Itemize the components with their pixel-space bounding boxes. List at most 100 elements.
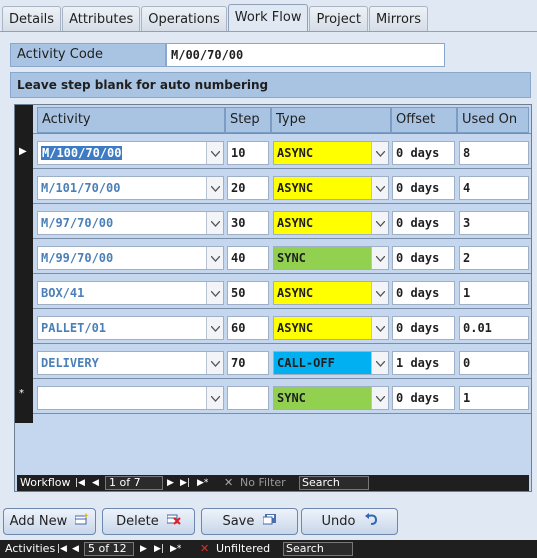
tab-strip: Details Attributes Operations Work Flow … bbox=[2, 4, 429, 31]
chevron-down-icon[interactable] bbox=[206, 352, 223, 374]
activity-value: PALLET/01 bbox=[41, 321, 107, 335]
step-field[interactable]: 50 bbox=[227, 281, 269, 305]
new-record-marker: * bbox=[19, 388, 24, 399]
activity-code-field[interactable]: M/00/70/00 bbox=[166, 43, 445, 67]
chevron-down-icon[interactable] bbox=[206, 282, 223, 304]
step-field[interactable] bbox=[227, 386, 269, 410]
used-on-field[interactable]: 2 bbox=[459, 246, 529, 270]
type-combo[interactable]: ASYNC bbox=[273, 281, 389, 305]
chevron-down-icon[interactable] bbox=[371, 352, 388, 374]
type-combo[interactable]: SYNC bbox=[273, 246, 389, 270]
activities-search-input[interactable]: Search bbox=[283, 542, 353, 556]
activity-combo[interactable]: M/97/70/00 bbox=[37, 211, 224, 235]
activity-combo[interactable]: M/100/70/00 bbox=[37, 141, 224, 165]
workflow-row[interactable]: DELIVERY 70 CALL-OFF 1 days 0 bbox=[15, 343, 531, 378]
activities-nav-label: Activities bbox=[5, 542, 56, 555]
used-on-field[interactable]: 0.01 bbox=[459, 316, 529, 340]
activity-value: M/97/70/00 bbox=[41, 216, 114, 230]
used-on-field[interactable]: 4 bbox=[459, 176, 529, 200]
activities-new-record-button[interactable]: ▶* bbox=[170, 540, 181, 558]
chevron-down-icon[interactable] bbox=[371, 317, 388, 339]
chevron-down-icon[interactable] bbox=[206, 387, 223, 409]
chevron-down-icon[interactable] bbox=[206, 212, 223, 234]
chevron-down-icon[interactable] bbox=[206, 142, 223, 164]
offset-field[interactable]: 0 days bbox=[392, 246, 455, 270]
used-on-field[interactable]: 1 bbox=[459, 281, 529, 305]
chevron-down-icon[interactable] bbox=[206, 247, 223, 269]
activity-combo[interactable]: BOX/41 bbox=[37, 281, 224, 305]
new-record-row[interactable]: * SYNC 0 days 1 bbox=[15, 378, 531, 413]
workflow-row[interactable]: M/97/70/00 30 ASYNC 0 days 3 bbox=[15, 203, 531, 238]
delete-button[interactable]: Delete bbox=[102, 508, 195, 535]
type-combo[interactable]: ASYNC bbox=[273, 316, 389, 340]
tab-operations[interactable]: Operations bbox=[141, 6, 227, 31]
activities-record-number[interactable]: 5 of 12 bbox=[84, 542, 134, 556]
chevron-down-icon[interactable] bbox=[371, 142, 388, 164]
chevron-down-icon[interactable] bbox=[371, 177, 388, 199]
used-on-field[interactable]: 0 bbox=[459, 351, 529, 375]
offset-field[interactable]: 0 days bbox=[392, 211, 455, 235]
offset-field[interactable]: 0 days bbox=[392, 316, 455, 340]
chevron-down-icon[interactable] bbox=[371, 212, 388, 234]
type-combo[interactable]: ASYNC bbox=[273, 211, 389, 235]
chevron-down-icon[interactable] bbox=[371, 282, 388, 304]
step-field[interactable]: 10 bbox=[227, 141, 269, 165]
step-field[interactable]: 20 bbox=[227, 176, 269, 200]
type-combo[interactable]: ASYNC bbox=[273, 176, 389, 200]
tab-details[interactable]: Details bbox=[2, 6, 62, 31]
activities-filter-status[interactable]: Unfiltered bbox=[216, 540, 270, 558]
type-value: SYNC bbox=[277, 251, 306, 265]
auto-numbering-hint: Leave step blank for auto numbering bbox=[10, 72, 531, 98]
activities-previous-record-button[interactable]: ◀ bbox=[72, 540, 79, 558]
offset-field[interactable]: 0 days bbox=[392, 141, 455, 165]
last-record-button[interactable]: ▶| bbox=[180, 475, 190, 491]
chevron-down-icon[interactable] bbox=[371, 247, 388, 269]
workflow-search-input[interactable]: Search bbox=[299, 476, 369, 490]
type-combo[interactable]: CALL-OFF bbox=[273, 351, 389, 375]
workflow-row[interactable]: M/99/70/00 40 SYNC 0 days 2 bbox=[15, 238, 531, 273]
activity-value: M/100/70/00 bbox=[41, 146, 123, 160]
activities-first-record-button[interactable]: |◀ bbox=[57, 540, 67, 558]
offset-field[interactable]: 0 days bbox=[392, 386, 455, 410]
activity-combo[interactable]: M/101/70/00 bbox=[37, 176, 224, 200]
chevron-down-icon[interactable] bbox=[371, 387, 388, 409]
tab-project[interactable]: Project bbox=[309, 6, 368, 31]
activity-combo[interactable]: M/99/70/00 bbox=[37, 246, 224, 270]
tab-mirrors[interactable]: Mirrors bbox=[368, 6, 429, 31]
workflow-row[interactable]: ▶ M/100/70/00 10 ASYNC 0 days 8 bbox=[15, 133, 531, 168]
activities-last-record-button[interactable]: ▶| bbox=[154, 540, 164, 558]
step-field[interactable]: 40 bbox=[227, 246, 269, 270]
activity-combo[interactable] bbox=[37, 386, 224, 410]
type-combo[interactable]: ASYNC bbox=[273, 141, 389, 165]
used-on-field[interactable]: 8 bbox=[459, 141, 529, 165]
workflow-row[interactable]: BOX/41 50 ASYNC 0 days 1 bbox=[15, 273, 531, 308]
chevron-down-icon[interactable] bbox=[206, 317, 223, 339]
type-combo[interactable]: SYNC bbox=[273, 386, 389, 410]
offset-field[interactable]: 0 days bbox=[392, 281, 455, 305]
activities-next-record-button[interactable]: ▶ bbox=[140, 540, 147, 558]
type-value: SYNC bbox=[277, 391, 306, 405]
offset-field[interactable]: 0 days bbox=[392, 176, 455, 200]
activity-combo[interactable]: DELIVERY bbox=[37, 351, 224, 375]
save-button[interactable]: Save bbox=[201, 508, 298, 535]
used-on-field[interactable]: 3 bbox=[459, 211, 529, 235]
workflow-row[interactable]: M/101/70/00 20 ASYNC 0 days 4 bbox=[15, 168, 531, 203]
undo-button[interactable]: Undo bbox=[301, 508, 398, 535]
tab-work-flow[interactable]: Work Flow bbox=[227, 4, 309, 31]
workflow-row[interactable]: PALLET/01 60 ASYNC 0 days 0.01 bbox=[15, 308, 531, 343]
step-field[interactable]: 70 bbox=[227, 351, 269, 375]
first-record-button[interactable]: |◀ bbox=[75, 475, 85, 491]
chevron-down-icon[interactable] bbox=[206, 177, 223, 199]
used-on-field[interactable]: 1 bbox=[459, 386, 529, 410]
next-record-button[interactable]: ▶ bbox=[167, 475, 174, 491]
offset-field[interactable]: 1 days bbox=[392, 351, 455, 375]
activity-combo[interactable]: PALLET/01 bbox=[37, 316, 224, 340]
step-field[interactable]: 30 bbox=[227, 211, 269, 235]
workflow-filter-status[interactable]: No Filter bbox=[240, 475, 286, 491]
tab-attributes[interactable]: Attributes bbox=[62, 6, 141, 31]
add-new-button[interactable]: Add New bbox=[3, 508, 96, 535]
previous-record-button[interactable]: ◀ bbox=[92, 475, 99, 491]
step-field[interactable]: 60 bbox=[227, 316, 269, 340]
workflow-record-number[interactable]: 1 of 7 bbox=[105, 476, 163, 490]
new-record-button[interactable]: ▶* bbox=[197, 475, 208, 491]
